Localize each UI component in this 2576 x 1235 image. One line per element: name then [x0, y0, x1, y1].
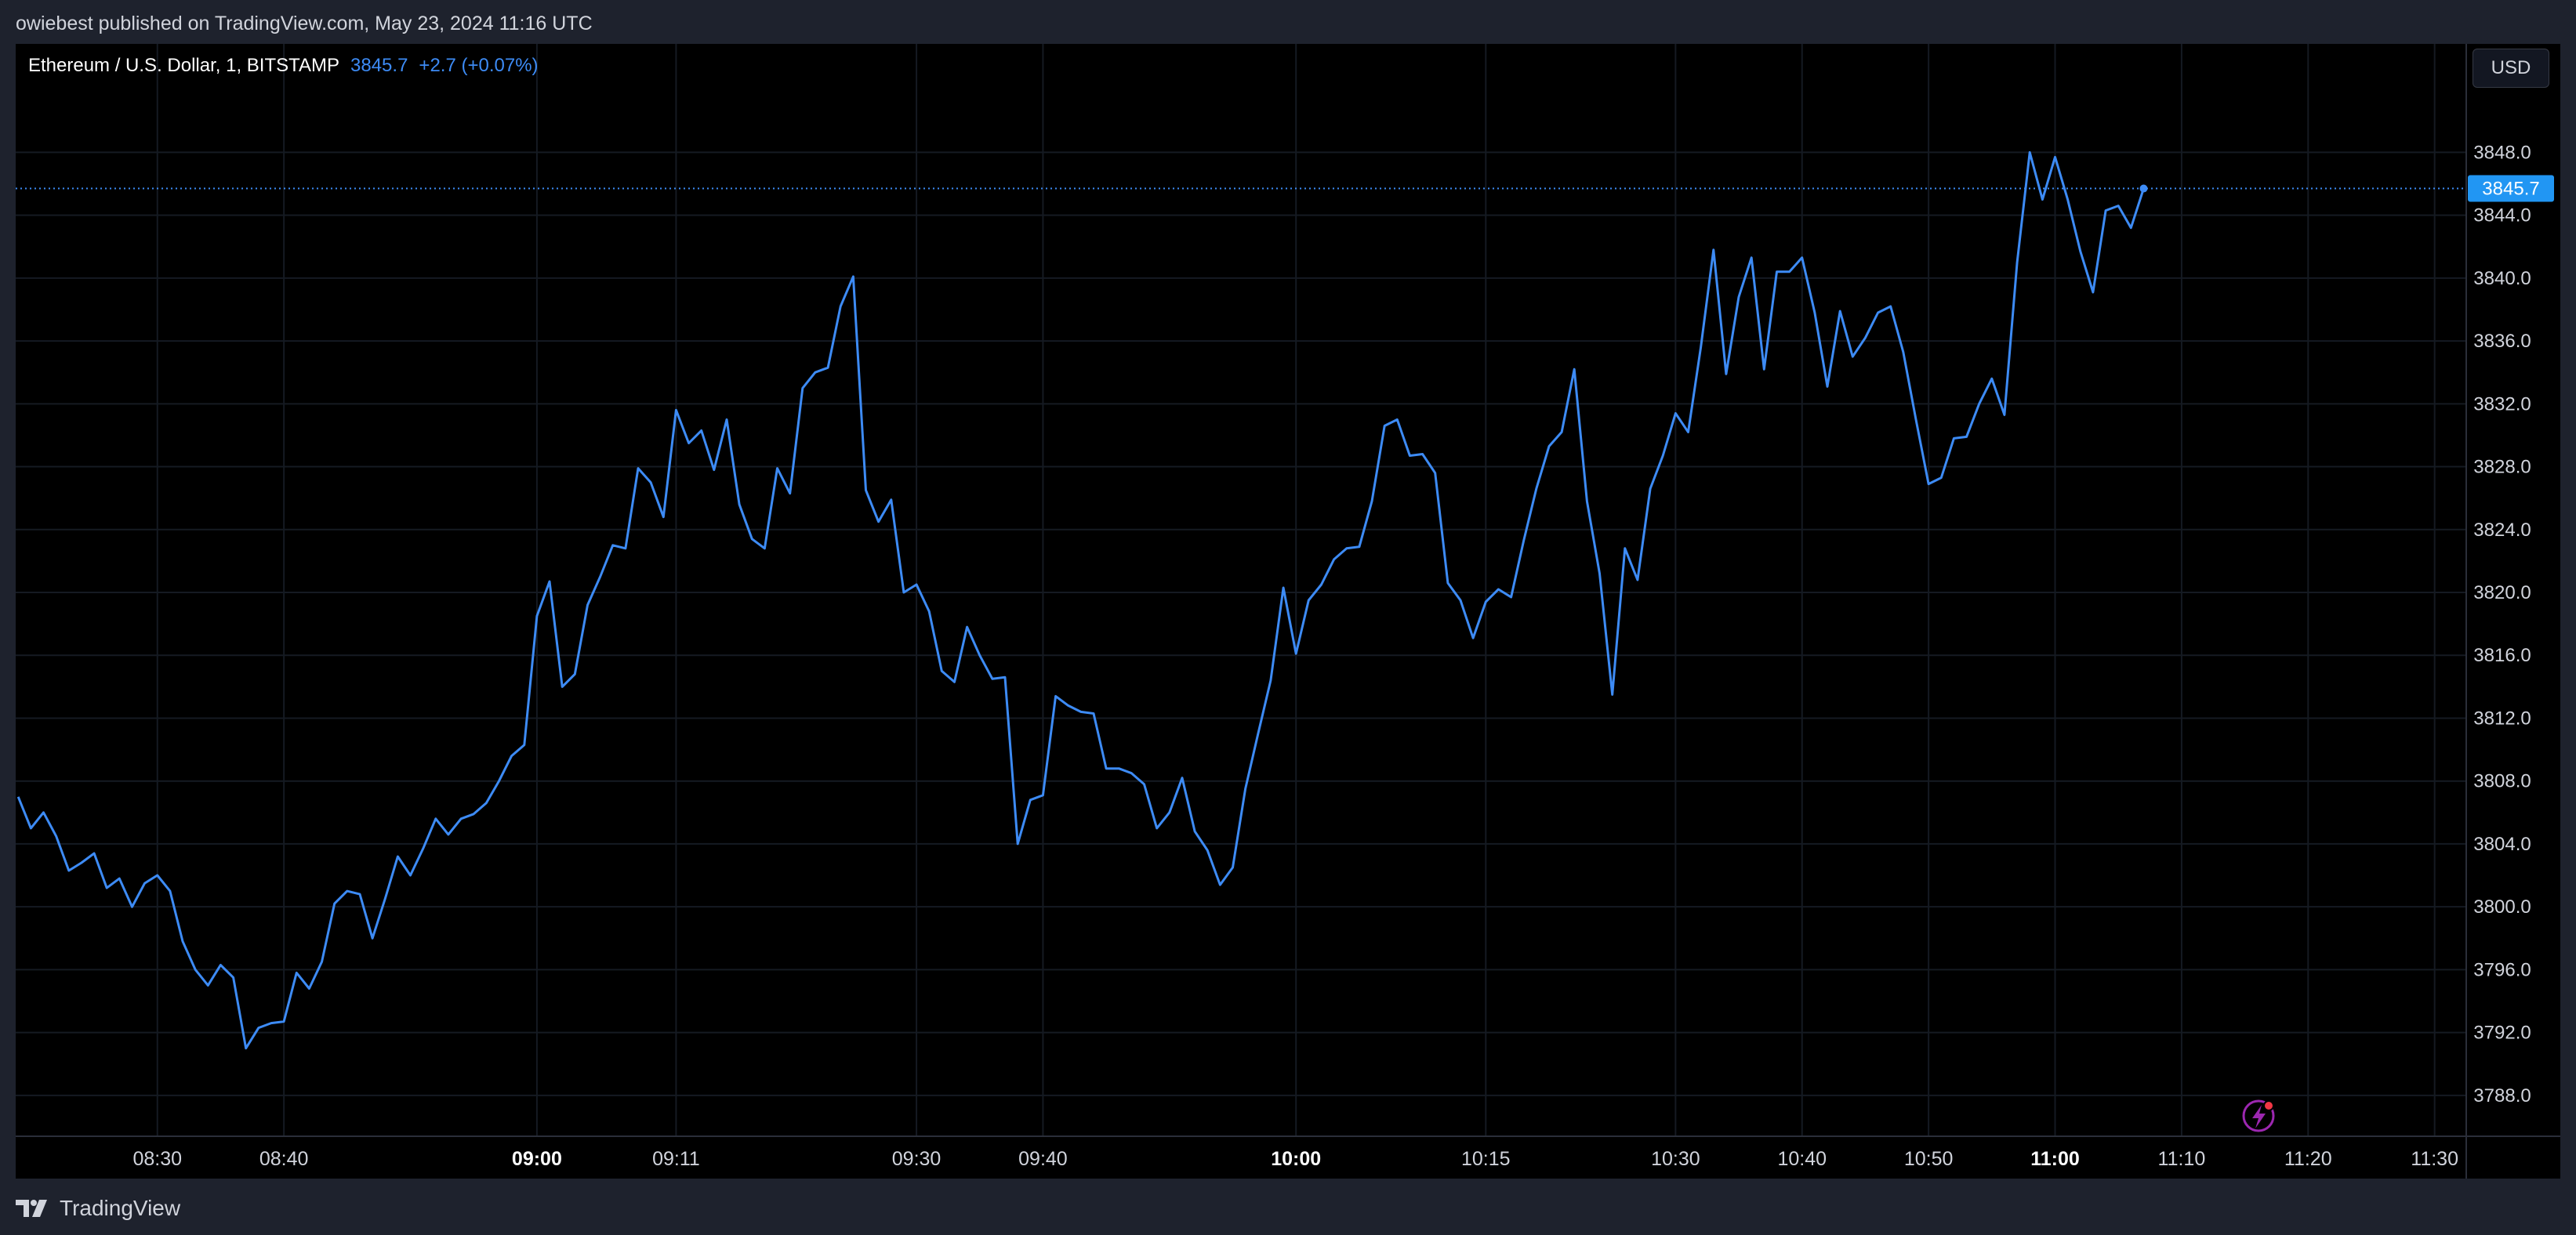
y-tick-label: 3844.0	[2473, 205, 2531, 226]
price-chart[interactable]: 3848.0 3844.0 3840.0 3836.0 3832.0 3828.0 3824…	[0, 0, 2576, 1179]
x-tick-label: 11:20	[2284, 1148, 2332, 1170]
y-tick-label: 3832.0	[2473, 393, 2531, 415]
last-price-tag-label: 3845.7	[2482, 179, 2539, 200]
x-tick-label: 11:00	[2030, 1148, 2080, 1170]
y-tick-label: 3848.0	[2473, 142, 2531, 163]
x-tick-label: 10:40	[1777, 1148, 1827, 1170]
x-tick-label: 08:40	[259, 1148, 309, 1170]
y-tick-label: 3796.0	[2473, 959, 2531, 980]
y-tick-label: 3828.0	[2473, 457, 2531, 478]
x-tick-label: 09:00	[512, 1148, 562, 1170]
time-axis: 08:30 08:40 09:00 09:11 09:30 09:40 10:00 10:15…	[132, 1148, 2458, 1170]
lightning-alert-icon[interactable]	[2242, 1099, 2275, 1132]
y-tick-label: 3800.0	[2473, 896, 2531, 918]
bottom-bar: TradingView	[0, 1179, 2576, 1235]
tradingview-brand[interactable]: TradingView	[16, 1196, 180, 1221]
y-tick-label: 3816.0	[2473, 645, 2531, 666]
y-tick-label: 3836.0	[2473, 331, 2531, 352]
x-tick-label: 10:15	[1461, 1148, 1511, 1170]
y-tick-label: 3808.0	[2473, 771, 2531, 792]
x-tick-label: 10:50	[1904, 1148, 1954, 1170]
y-tick-label: 3812.0	[2473, 708, 2531, 729]
price-axis: 3848.0 3844.0 3840.0 3836.0 3832.0 3828.0 3824…	[2473, 142, 2531, 1106]
x-tick-label: 11:10	[2158, 1148, 2206, 1170]
y-tick-label: 3824.0	[2473, 520, 2531, 541]
brand-name: TradingView	[60, 1196, 181, 1220]
y-tick-label: 3840.0	[2473, 268, 2531, 289]
y-tick-label: 3804.0	[2473, 834, 2531, 855]
x-tick-label: 11:30	[2411, 1148, 2458, 1170]
x-tick-label: 09:11	[652, 1148, 700, 1170]
x-tick-label: 08:30	[132, 1148, 182, 1170]
x-tick-label: 10:30	[1651, 1148, 1700, 1170]
x-tick-label: 10:00	[1271, 1148, 1321, 1170]
tradingview-logo-icon	[16, 1200, 47, 1217]
legend-change: +2.7 (+0.07%)	[419, 55, 539, 76]
y-tick-label: 3820.0	[2473, 582, 2531, 603]
symbol-legend: Ethereum / U.S. Dollar, 1, BITSTAMP 3845…	[28, 55, 539, 77]
y-tick-label: 3792.0	[2473, 1023, 2531, 1044]
last-price-tag: 3845.7	[2468, 175, 2554, 202]
price-series-line	[16, 150, 2145, 1050]
x-tick-label: 09:40	[1018, 1148, 1068, 1170]
symbol-title: Ethereum / U.S. Dollar, 1, BITSTAMP	[28, 55, 340, 76]
legend-price: 3845.7	[350, 55, 408, 76]
y-tick-label: 3788.0	[2473, 1085, 2531, 1106]
currency-button[interactable]: USD	[2473, 49, 2549, 88]
last-price-dot	[2139, 184, 2148, 193]
x-tick-label: 09:30	[892, 1148, 942, 1170]
